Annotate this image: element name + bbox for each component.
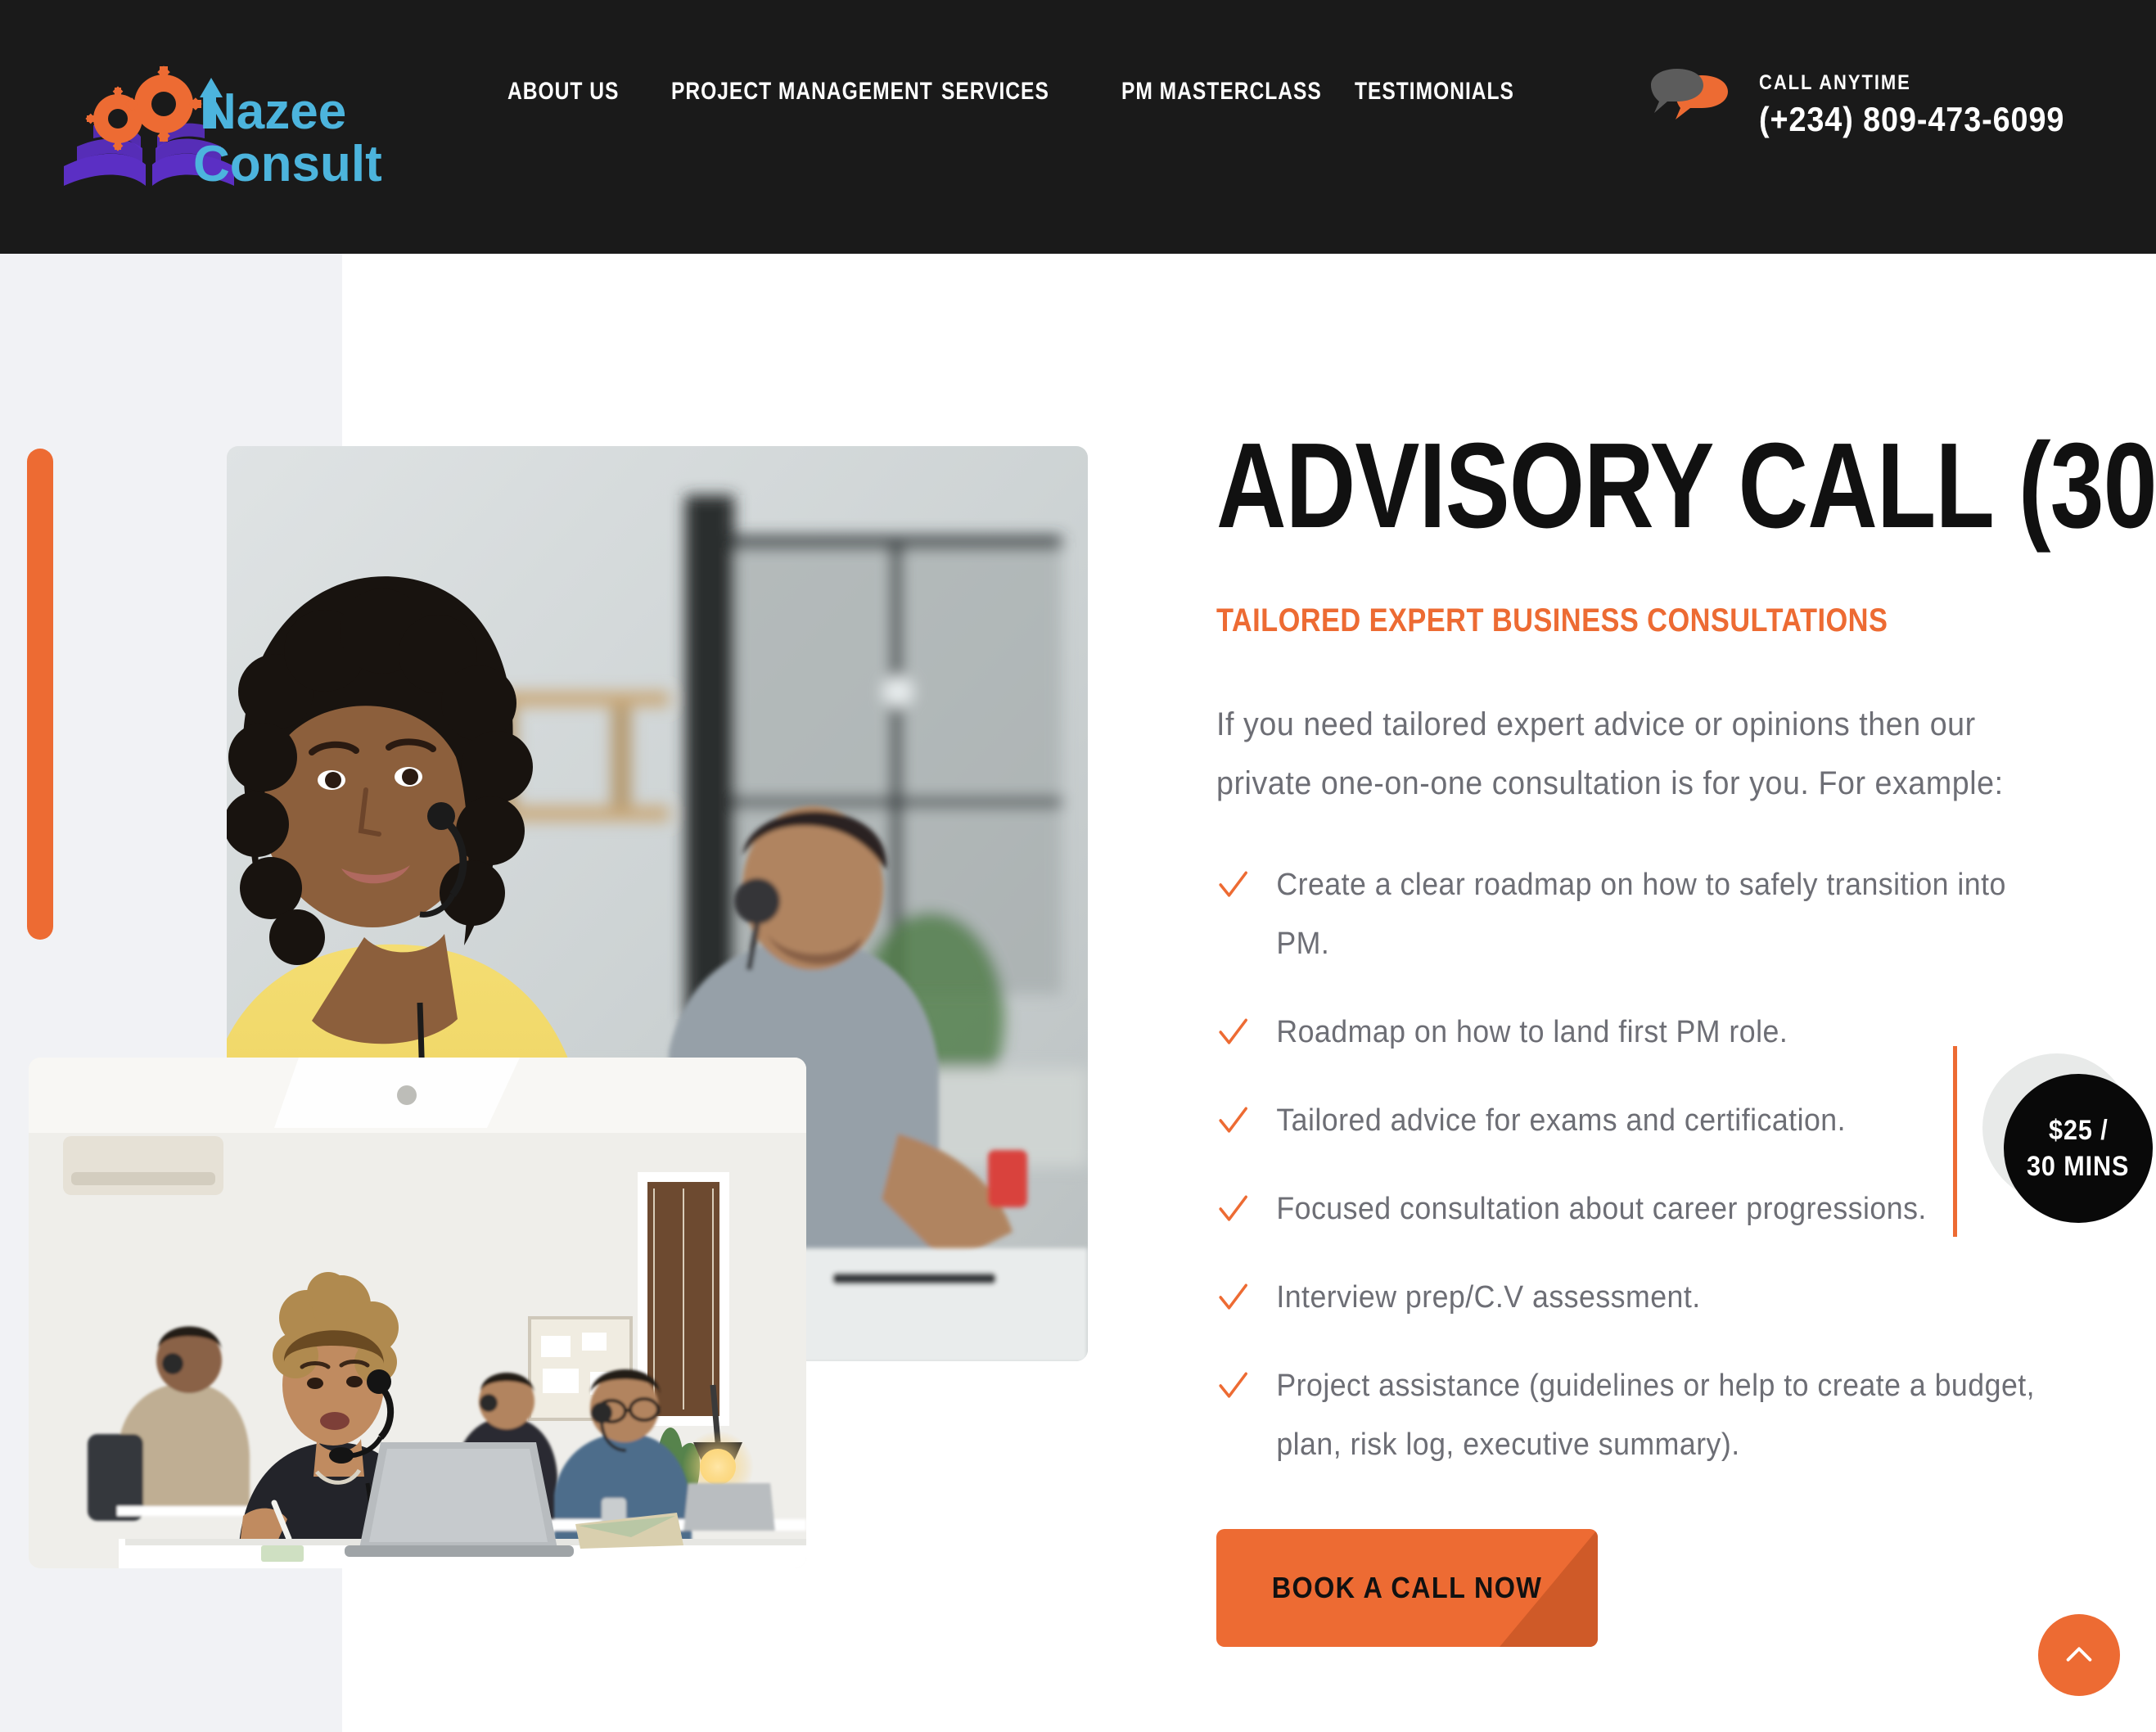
list-item-text: Focused consultation about career progre…	[1276, 1192, 1927, 1226]
list-item-text: Tailored advice for exams and certificat…	[1276, 1103, 1847, 1138]
list-item: Interview prep/C.V assessment.	[1216, 1268, 2055, 1327]
benefits-checklist: Create a clear roadmap on how to safely …	[1216, 855, 2109, 1474]
check-icon	[1216, 1103, 1250, 1139]
price-amount: $25 /	[2048, 1115, 2109, 1146]
check-icon	[1216, 1191, 1250, 1227]
check-icon	[1216, 1279, 1250, 1315]
nav-link-project-management[interactable]: PROJECT MANAGEMENT	[671, 78, 933, 106]
scroll-to-top-button[interactable]	[2038, 1614, 2120, 1696]
site-header: Nazee Consult ABOUT US PROJECT MANAGEMEN…	[0, 0, 2156, 254]
list-item: Tailored advice for exams and certificat…	[1216, 1091, 2055, 1150]
check-icon	[1216, 867, 1250, 903]
nav-link-services[interactable]: SERVICES	[941, 78, 1049, 106]
call-anytime-label: CALL ANYTIME	[1759, 70, 1911, 94]
chat-bubbles-icon	[1648, 64, 1736, 146]
nav-item-project-management[interactable]: PROJECT MANAGEMENT	[671, 78, 941, 106]
brand-name-line1: Nazee	[200, 83, 346, 140]
book-a-call-button[interactable]: BOOK A CALL NOW	[1216, 1529, 1598, 1647]
list-item-text: Project assistance (guidelines or help t…	[1276, 1369, 2036, 1462]
phone-number[interactable]: (+234) 809-473-6099	[1759, 100, 2064, 139]
left-accent-bar	[27, 449, 53, 940]
chevron-up-icon	[2060, 1636, 2098, 1674]
check-icon	[1216, 1014, 1250, 1050]
page-subtitle: TAILORED EXPERT BUSINESS CONSULTATIONS	[1216, 602, 1888, 638]
list-item-text: Roadmap on how to land first PM role.	[1276, 1015, 1788, 1049]
brand-name-line2: Consult	[193, 136, 382, 192]
list-item-text: Create a clear roadmap on how to safely …	[1276, 868, 2006, 961]
book-a-call-label: BOOK A CALL NOW	[1271, 1571, 1543, 1604]
list-item: Focused consultation about career progre…	[1216, 1179, 2055, 1238]
price-accent-line	[1953, 1046, 1957, 1237]
list-item: Roadmap on how to land first PM role.	[1216, 1003, 2055, 1062]
call-anytime-block[interactable]: CALL ANYTIME (+234) 809-473-6099	[1648, 64, 2099, 146]
intro-paragraph: If you need tailored expert advice or op…	[1216, 706, 2004, 801]
call-text-group: CALL ANYTIME (+234) 809-473-6099	[1759, 71, 2099, 139]
nav-link-testimonials[interactable]: TESTIMONIALS	[1355, 78, 1514, 106]
nav-item-services[interactable]: SERVICES	[941, 78, 1121, 106]
nav-item-about-us[interactable]: ABOUT US	[507, 78, 671, 106]
nav-item-testimonials[interactable]: TESTIMONIALS	[1355, 78, 1567, 106]
brand-logo[interactable]: Nazee Consult	[39, 61, 399, 201]
nav-item-pm-masterclass[interactable]: PM MASTERCLASS	[1121, 78, 1355, 106]
check-icon	[1216, 1368, 1250, 1404]
photo-team-office	[29, 1058, 806, 1568]
status-badge: $25 / 30 MINS	[2004, 1074, 2153, 1223]
page-title: ADVISORY CALL (30 MINS)	[1216, 418, 2156, 553]
book-gears-logo-icon: Nazee Consult	[64, 65, 382, 192]
nav-link-about-us[interactable]: ABOUT US	[507, 78, 619, 106]
list-item: Create a clear roadmap on how to safely …	[1216, 855, 2055, 973]
main-content: ADVISORY CALL (30 MINS) TAILORED EXPERT …	[1216, 418, 2156, 1504]
list-item: Project assistance (guidelines or help t…	[1216, 1356, 2055, 1474]
nav-link-pm-masterclass[interactable]: PM MASTERCLASS	[1121, 78, 1322, 106]
list-item-text: Interview prep/C.V assessment.	[1276, 1280, 1701, 1315]
price-duration: 30 MINS	[2027, 1151, 2130, 1182]
primary-navigation: ABOUT US PROJECT MANAGEMENT SERVICES PM …	[507, 78, 1567, 106]
